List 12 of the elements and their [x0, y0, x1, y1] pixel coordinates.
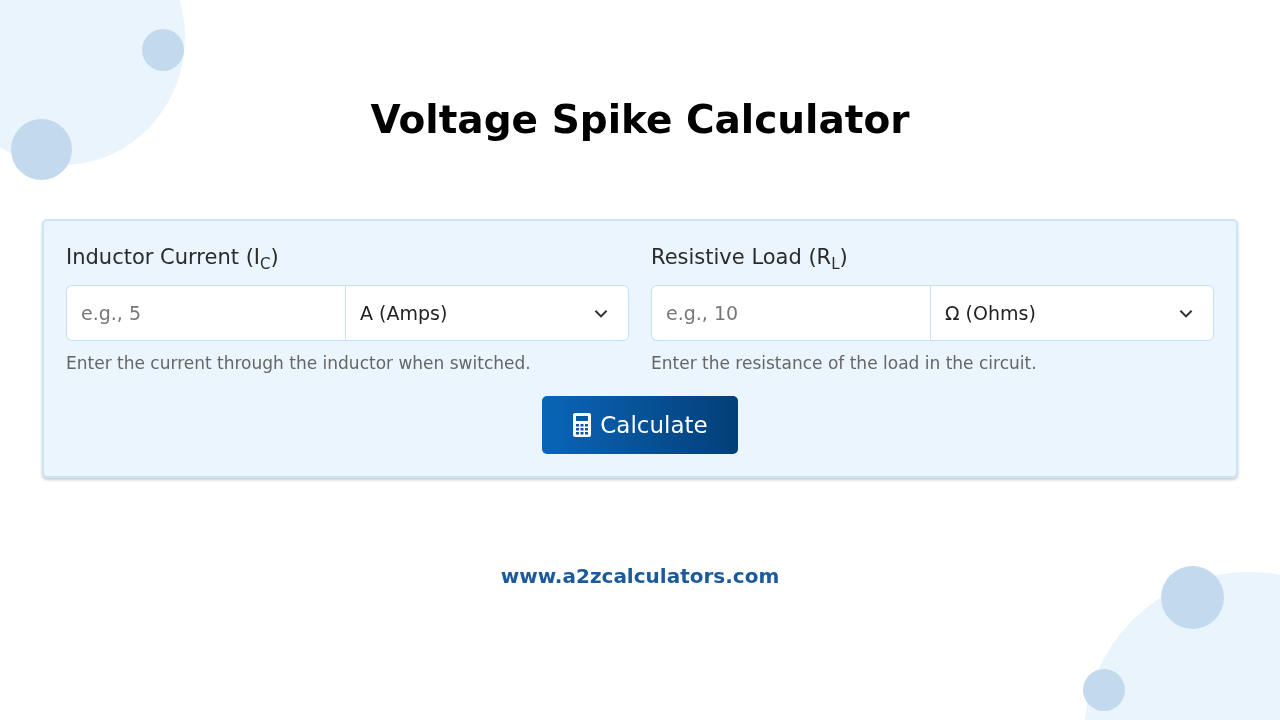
unit-dropdown[interactable]: Ω (Ohms) [930, 285, 1214, 341]
input-field[interactable]: e.g., 5 [66, 285, 345, 341]
help-text: Enter the current through the inductor when switched. [66, 353, 532, 373]
field-label: Inductor Current (I$_{C}$) [66, 244, 280, 271]
calculate-button[interactable]: Calculate [542, 396, 738, 454]
website-link[interactable]: www.a2zcalculators.com [500, 564, 780, 588]
page-title: Voltage Spike Calculator [370, 96, 910, 144]
input-field[interactable]: e.g., 10 [651, 285, 930, 341]
unit-dropdown[interactable]: A (Amps) [345, 285, 629, 341]
field-label: Resistive Load (R$_{L}$) [651, 244, 849, 271]
calculator-icon [572, 412, 593, 438]
help-text: Enter the resistance of the load in the circuit. [651, 353, 1038, 373]
